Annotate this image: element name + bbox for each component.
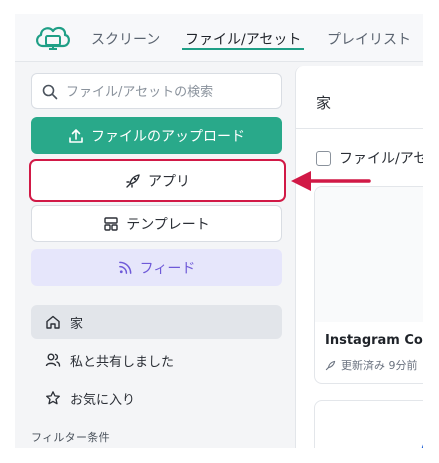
sidebar-item-shared-with-me[interactable]: 私と共有しました (31, 343, 282, 377)
upload-icon (69, 128, 83, 143)
sidebar-item-label: 私と共有しました (70, 354, 175, 370)
tab-screens[interactable]: スクリーン (91, 29, 160, 49)
sidebar-item-favorites[interactable]: お気に入り (31, 381, 282, 415)
feeds-label: フィード (139, 260, 196, 277)
app-window: スクリーン ファイル/アセット プレイリスト ファイルのアップロード (15, 14, 423, 448)
apps-button[interactable]: アプリ (29, 159, 286, 202)
asset-updated-text: 更新済み 9分前 (341, 359, 418, 372)
tab-playlists[interactable]: プレイリスト (327, 29, 411, 49)
page-title: 家 (316, 94, 332, 112)
asset-thumbnail-image (420, 434, 423, 448)
top-navigation: スクリーン ファイル/アセット プレイリスト (15, 14, 423, 62)
template-layout-icon (104, 216, 118, 231)
search-box[interactable] (31, 73, 282, 109)
select-all-label: ファイル/アセ (339, 151, 423, 167)
templates-label: テンプレート (126, 216, 210, 233)
main-content: 家 ファイル/アセ Instagram Cou 更新済み 9分前 (295, 66, 423, 448)
sidebar-item-home[interactable]: 家 (31, 305, 282, 339)
tab-files-assets[interactable]: ファイル/アセット (185, 29, 301, 49)
asset-card[interactable] (314, 400, 423, 448)
asset-title: Instagram Cou (325, 333, 423, 348)
sidebar: ファイルのアップロード アプリ テンプレート フィー (15, 62, 295, 448)
rss-feed-icon (118, 261, 132, 274)
active-tab-indicator (182, 48, 304, 50)
feeds-button[interactable]: フィード (31, 249, 282, 286)
asset-card[interactable]: Instagram Cou 更新済み 9分前 (314, 186, 423, 384)
asset-thumbnail (315, 187, 423, 322)
header-divider (296, 128, 423, 129)
templates-button[interactable]: テンプレート (31, 205, 282, 242)
upload-files-button[interactable]: ファイルのアップロード (31, 117, 282, 154)
search-input[interactable] (66, 81, 276, 103)
home-icon (46, 315, 60, 329)
asset-meta: 更新済み 9分前 (325, 357, 418, 373)
rocket-icon (126, 173, 140, 188)
annotation-arrow-icon (291, 171, 371, 191)
star-icon (46, 391, 60, 405)
sidebar-item-label: お気に入り (70, 392, 136, 408)
search-icon (42, 84, 58, 100)
cloud-monitor-logo-icon[interactable] (33, 22, 73, 52)
sidebar-item-label: 家 (70, 316, 84, 332)
filter-section-title: フィルター条件 (31, 431, 110, 444)
apps-label: アプリ (148, 173, 190, 190)
select-all-row[interactable]: ファイル/アセ (316, 148, 423, 168)
rocket-icon (325, 360, 336, 370)
users-icon (45, 353, 61, 367)
select-all-checkbox[interactable] (316, 150, 331, 166)
upload-files-label: ファイルのアップロード (91, 128, 245, 145)
